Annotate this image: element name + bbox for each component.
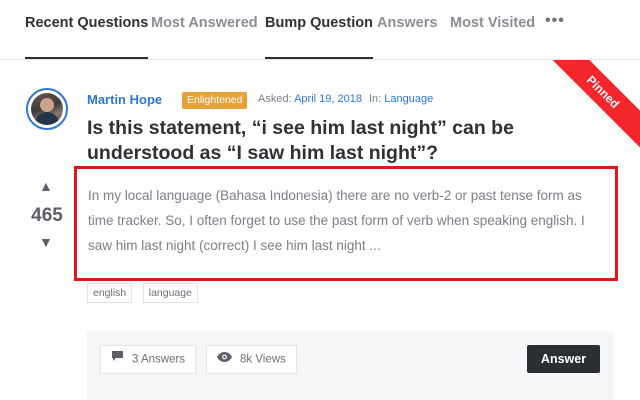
- category-meta: In: Language: [369, 93, 433, 105]
- question-excerpt: In my local language (Bahasa Indonesia) …: [74, 166, 618, 281]
- tag-language[interactable]: language: [142, 283, 198, 303]
- tag-english[interactable]: english: [87, 283, 133, 303]
- tab-recent-questions[interactable]: Recent Questions: [25, 15, 149, 59]
- tab-label: Bump Question: [265, 15, 373, 31]
- views-count-button[interactable]: 8k Views: [206, 345, 297, 374]
- answer-button[interactable]: Answer: [527, 345, 600, 373]
- user-badge: Enlightened: [182, 92, 248, 109]
- answers-count: 3 Answers: [132, 353, 186, 366]
- active-tab-indicator: [265, 57, 373, 59]
- tab-most-answered[interactable]: Most Answered: [151, 15, 258, 31]
- avatar[interactable]: [26, 88, 68, 130]
- comment-icon: [111, 346, 124, 373]
- avatar-image: [31, 93, 63, 125]
- tag-list: english language: [87, 283, 204, 303]
- question-tabs: Recent Questions Most Answered Bump Ques…: [0, 0, 640, 60]
- author-name[interactable]: Martin Hope: [87, 92, 162, 107]
- answers-count-button[interactable]: 3 Answers: [100, 345, 197, 374]
- eye-icon: [217, 346, 232, 373]
- vote-count: 465: [31, 205, 63, 226]
- tab-most-visited[interactable]: Most Visited: [450, 15, 535, 31]
- question-card: Pinned Martin Hope Enlightened Asked: Ap…: [0, 60, 640, 400]
- asked-meta: Asked: April 19, 2018: [258, 93, 362, 105]
- tab-label: Recent Questions: [25, 15, 149, 31]
- category-link[interactable]: Language: [384, 93, 433, 105]
- tab-bump-question[interactable]: Bump Question: [265, 15, 373, 59]
- tab-label: Most Answered: [151, 15, 258, 31]
- more-tabs-ellipsis-icon[interactable]: •••: [545, 12, 565, 30]
- question-title[interactable]: Is this statement, “i see him last night…: [87, 116, 607, 166]
- vote-down-triangle-down-icon[interactable]: ▼: [39, 234, 53, 250]
- asked-label: Asked:: [258, 93, 292, 105]
- active-tab-indicator: [25, 57, 149, 59]
- views-count: 8k Views: [240, 353, 286, 366]
- question-footer: 3 Answers 8k Views Answer: [87, 331, 614, 400]
- tab-label: Answers: [377, 15, 438, 31]
- asked-date-link[interactable]: April 19, 2018: [294, 93, 362, 105]
- vote-up-triangle-up-icon[interactable]: ▲: [39, 178, 53, 194]
- tab-answers[interactable]: Answers: [377, 15, 437, 31]
- tab-label: Most Visited: [450, 15, 536, 31]
- in-label: In:: [369, 93, 382, 105]
